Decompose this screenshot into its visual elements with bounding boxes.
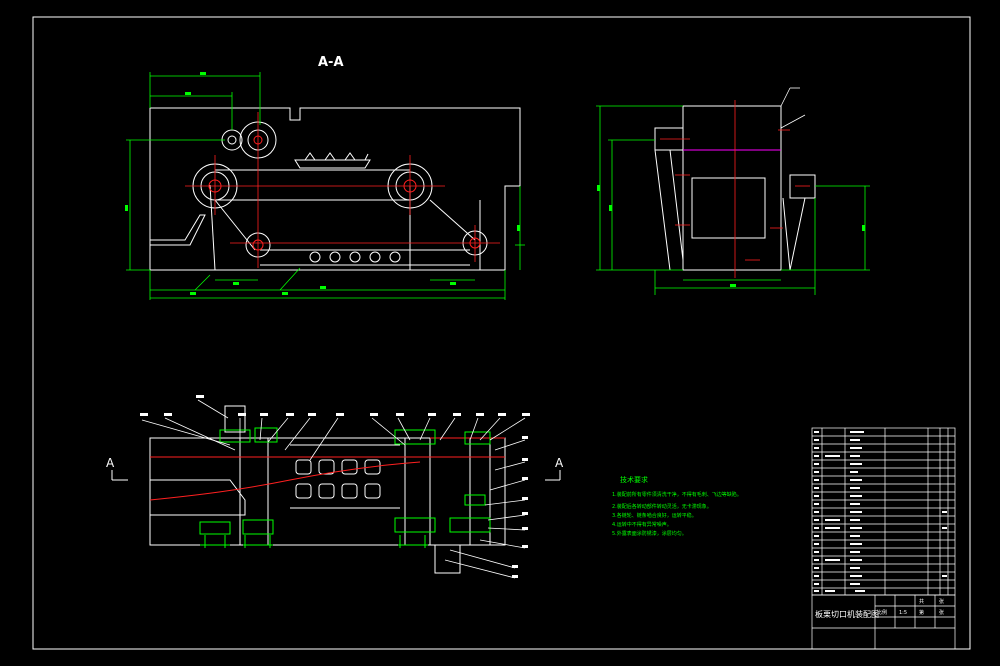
title-cell: 张 — [939, 609, 944, 616]
title-cell: 共 — [919, 598, 924, 605]
title-cell: 张 — [939, 598, 944, 605]
drawing-title: 板栗切口机装配图 — [815, 609, 879, 619]
title-cell: 比例 — [877, 609, 887, 616]
tech-notes-title: 技术要求 — [620, 475, 648, 484]
front-view — [149, 107, 521, 271]
cad-drawing: A-A A A 技术要求 1.装配前所有零件须清洗干净，不得有毛刺、飞边等缺陷。… — [32, 16, 971, 650]
cut-marker-right: A — [555, 456, 564, 470]
section-label: A-A — [318, 55, 344, 70]
parts-list — [811, 427, 956, 596]
title-cell: 第 — [919, 609, 924, 616]
title-block — [811, 594, 956, 650]
tech-note-line: 4.运转中不得有异常噪声。 — [612, 521, 672, 528]
top-view — [149, 405, 506, 574]
title-cell: 1:5 — [899, 610, 907, 616]
tech-note-line: 5.外露表面涂防锈漆，涂层均匀。 — [612, 530, 687, 537]
technical-notes: 技术要求 1.装配前所有零件须清洗干净，不得有毛刺、飞边等缺陷。 2.装配后各转… — [612, 475, 742, 537]
tech-note-line: 2.装配后各转动部件转动灵活，无卡滞现象。 — [612, 503, 712, 510]
drawing-border — [32, 16, 971, 650]
side-view-dimensions — [596, 105, 870, 295]
tech-note-line: 1.装配前所有零件须清洗干净，不得有毛刺、飞边等缺陷。 — [612, 491, 742, 498]
cut-marker-left: A — [106, 456, 115, 470]
tech-note-line: 3.各链轮、链条啮合良好，运转平稳。 — [612, 512, 697, 519]
